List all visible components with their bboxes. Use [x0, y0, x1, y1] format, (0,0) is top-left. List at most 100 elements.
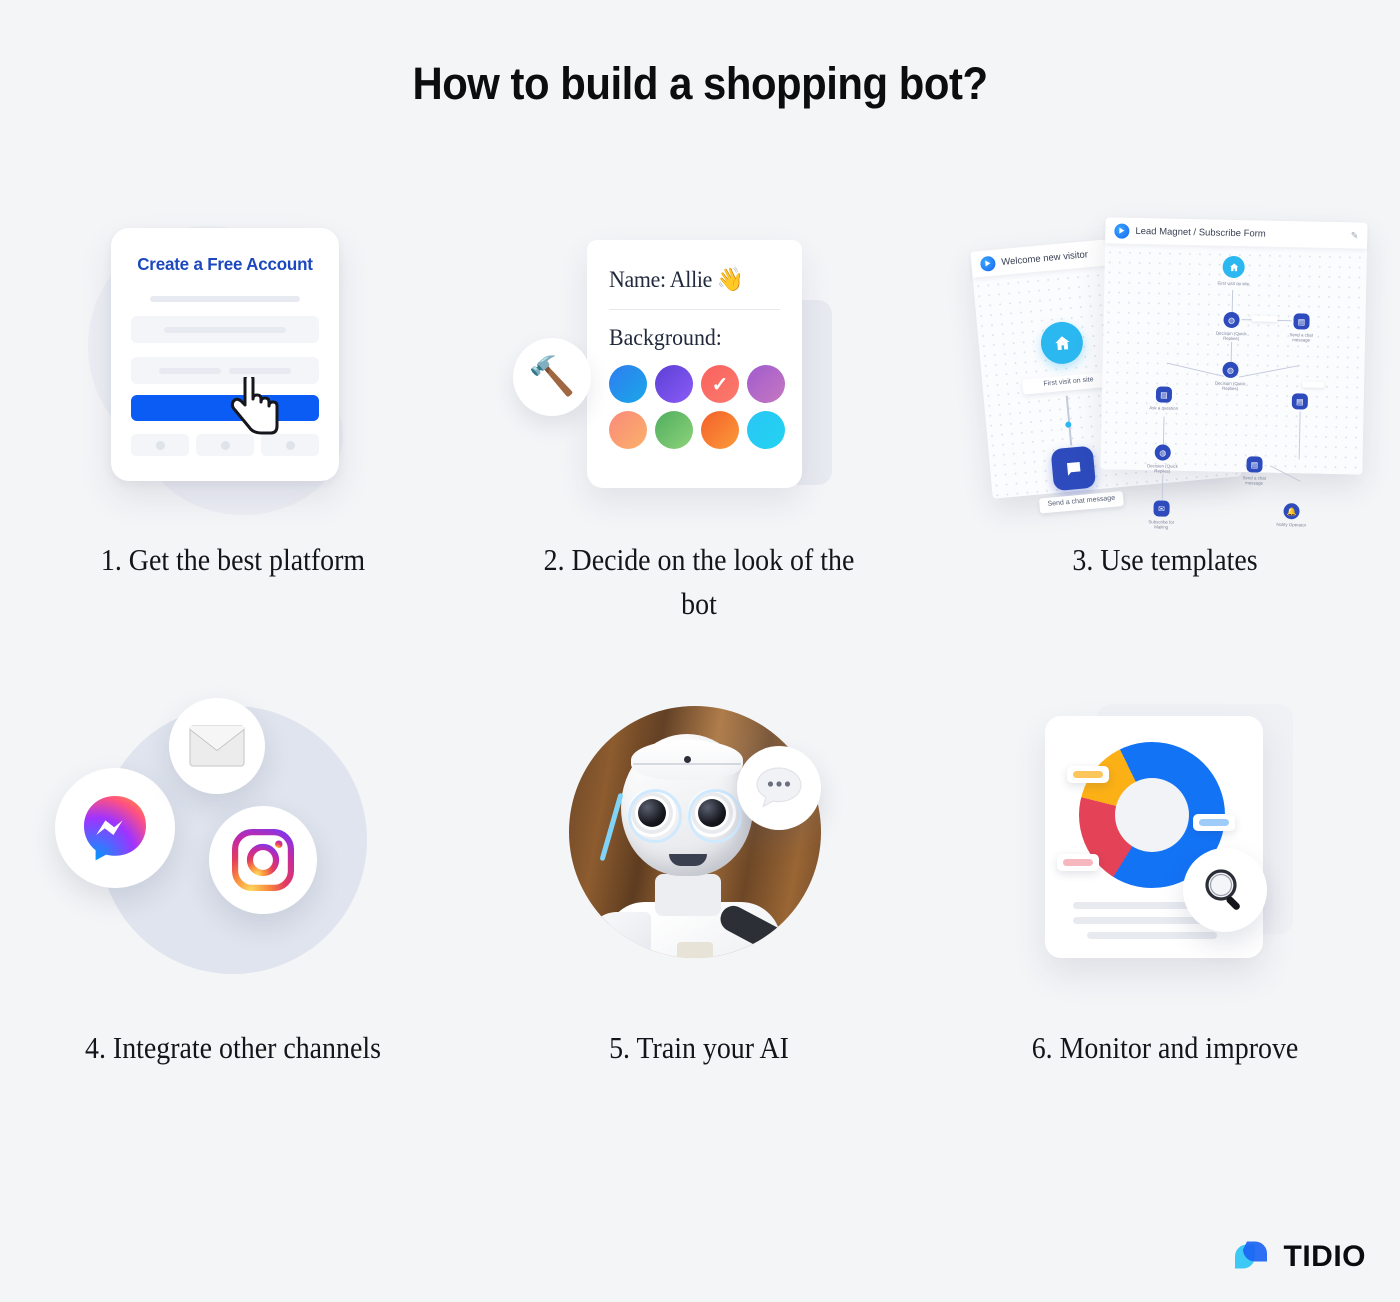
- step-card-2: Name: Allie 👋 Background: ✓ 🔨 2. Decide …: [499, 190, 899, 626]
- flow-node-decision[interactable]: ◍: [1154, 444, 1171, 461]
- step-caption-1: 1. Get the best platform: [100, 542, 366, 577]
- analytics-illustration: [965, 688, 1365, 1008]
- instagram-icon: [232, 829, 294, 892]
- color-swatch[interactable]: [747, 411, 785, 449]
- chat-bubble-icon: [756, 767, 802, 808]
- tidio-wordmark: TIDIO: [1283, 1240, 1366, 1273]
- step-card-6: 6. Monitor and improve: [965, 688, 1365, 1070]
- flow-node-decision[interactable]: ◍: [1223, 311, 1240, 329]
- step-caption-6: 6. Monitor and improve: [1031, 1030, 1299, 1066]
- chart-callout-yellow: [1067, 766, 1109, 784]
- robot-light-stripe: [599, 792, 624, 862]
- flow-node-label: Send a chat message: [1242, 475, 1267, 486]
- flow-edge: [1298, 411, 1301, 460]
- magnifying-glass-icon: [1205, 869, 1240, 910]
- email-field[interactable]: [131, 316, 319, 343]
- step-card-4: 4. Integrate other channels: [33, 688, 433, 1070]
- flow-node-decision[interactable]: ◍: [1222, 361, 1239, 379]
- flow-edge-dot: [1065, 421, 1072, 428]
- tidio-play-icon: [979, 255, 997, 272]
- infographic-page: How to build a shopping bot? Create a Fr…: [0, 0, 1400, 1302]
- color-swatch[interactable]: [609, 411, 647, 449]
- step-card-1: Create a Free Account 1. Get the best pl…: [33, 190, 433, 626]
- flow-node-subscribe[interactable]: ✉: [1153, 500, 1170, 517]
- flow-edge: [1161, 474, 1164, 501]
- create-account-button[interactable]: [131, 395, 319, 421]
- appearance-card: Name: Allie 👋 Background: ✓: [587, 240, 802, 488]
- divider: [609, 309, 780, 310]
- flow-node-message[interactable]: ▤: [1293, 313, 1310, 330]
- flow-edge: [1167, 362, 1224, 377]
- signup-card: Create a Free Account: [111, 228, 339, 481]
- pointer-hand-icon: [230, 377, 279, 435]
- password-field[interactable]: [131, 357, 319, 384]
- flow-node-label: First visit on site: [1217, 280, 1250, 287]
- color-swatch[interactable]: [609, 365, 647, 403]
- messenger-icon: [84, 796, 146, 861]
- social-login-row: [131, 434, 319, 456]
- robot-visor-seam: [633, 763, 741, 766]
- tidio-logo[interactable]: TIDIO: [1231, 1236, 1367, 1278]
- flow-templates-illustration: Welcome new visitor First visit on site: [965, 190, 1368, 530]
- template-title: Lead Magnet / Subscribe Form: [1135, 225, 1266, 240]
- hammer-icon: 🔨: [513, 338, 591, 416]
- signup-form-illustration: Create a Free Account: [33, 190, 433, 520]
- flow-node-start[interactable]: [1222, 255, 1245, 279]
- color-swatch[interactable]: [655, 411, 693, 449]
- page-title: How to build a shopping bot?: [412, 58, 988, 109]
- background-label: Background:: [609, 325, 722, 350]
- flow-node-message[interactable]: ▤: [1291, 393, 1309, 410]
- home-icon: [1054, 335, 1069, 350]
- chart-callout-red: [1057, 854, 1099, 872]
- flow-node-label: Decision (Quick Replies): [1215, 330, 1247, 342]
- channels-illustration: [33, 688, 433, 1008]
- magnifier-badge[interactable]: [1183, 848, 1267, 933]
- step-caption-4: 4. Integrate other channels: [85, 1030, 381, 1066]
- donut-chart-hole: [1115, 778, 1189, 853]
- placeholder-subtitle: [150, 296, 300, 302]
- chat-bubble-badge[interactable]: [737, 746, 821, 831]
- instagram-badge[interactable]: [209, 806, 317, 915]
- pencil-icon[interactable]: ✎: [1351, 230, 1359, 241]
- template-lead-magnet-subscribe-form[interactable]: Lead Magnet / Subscribe Form ✎ First vis…: [1100, 217, 1368, 530]
- flow-edge: [1269, 465, 1301, 482]
- color-swatch-grid: ✓: [609, 365, 785, 449]
- robot-illustration: [499, 688, 899, 1008]
- social-login-google[interactable]: [131, 434, 189, 456]
- flow-node-start[interactable]: [1039, 320, 1085, 366]
- color-swatch[interactable]: [655, 365, 693, 403]
- flow-node-ask-question[interactable]: ▤: [1155, 386, 1173, 403]
- email-badge[interactable]: [169, 698, 265, 795]
- robot-photo: [569, 706, 821, 959]
- steps-row-2: 4. Integrate other channels 5. Train you…: [0, 688, 1400, 1070]
- color-swatch[interactable]: [701, 411, 739, 449]
- flow-node-label: Ask a question: [1149, 405, 1179, 411]
- color-swatch-selected[interactable]: ✓: [701, 365, 739, 403]
- robot-eye-left: [628, 789, 682, 844]
- signup-heading: Create a Free Account: [137, 254, 313, 274]
- tidio-play-icon: [1114, 222, 1130, 239]
- email-icon: [189, 725, 245, 767]
- color-swatch[interactable]: [747, 365, 785, 403]
- chart-callout-blue: [1193, 814, 1235, 832]
- step-card-3: Welcome new visitor First visit on site: [965, 190, 1368, 626]
- check-icon: ✓: [711, 373, 729, 396]
- flow-node-label: Notify Operator: [1276, 521, 1307, 528]
- template-title: Welcome new visitor: [1000, 248, 1089, 268]
- flow-node-toolbar[interactable]: [1302, 381, 1325, 388]
- flow-edge: [1162, 416, 1165, 445]
- messenger-badge[interactable]: [55, 768, 175, 889]
- chat-icon: [1066, 461, 1080, 476]
- step-caption-3: 3. Use templates: [1072, 542, 1258, 577]
- step-caption-2: 2. Decide on the look of the bot: [543, 542, 855, 622]
- robot-chest-tag: [677, 942, 713, 959]
- steps-grid: Create a Free Account 1. Get the best pl…: [0, 190, 1400, 1070]
- flow-node-label: Decision (Quick Replies): [1147, 463, 1178, 474]
- flow-node-message[interactable]: [1050, 445, 1097, 492]
- flow-edge: [1230, 341, 1233, 362]
- flow-node-notify-operator[interactable]: 🔔: [1283, 503, 1300, 520]
- robot-neck: [655, 874, 721, 917]
- bot-appearance-illustration: Name: Allie 👋 Background: ✓ 🔨: [499, 190, 899, 520]
- flow-edge: [1238, 364, 1301, 378]
- flow-node-message[interactable]: ▤: [1246, 456, 1263, 473]
